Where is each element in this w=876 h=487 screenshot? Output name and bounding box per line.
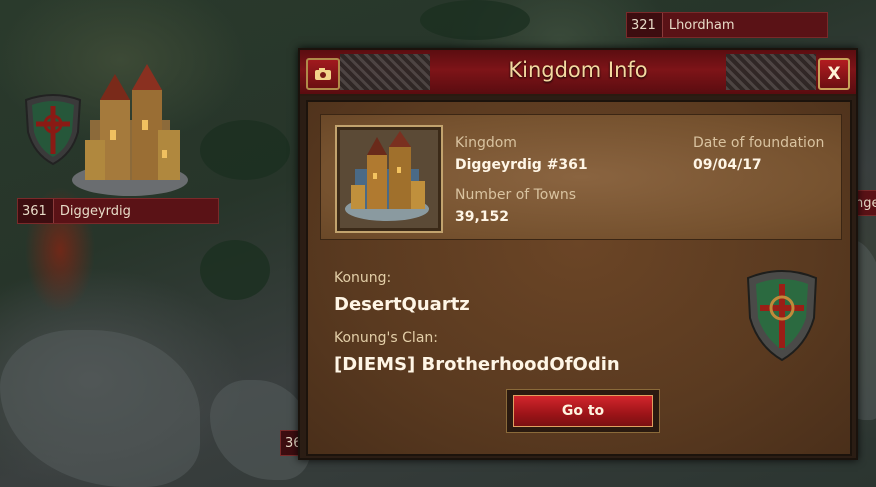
clan-label: Konung's Clan: — [334, 330, 438, 346]
dialog-title-bar: Kingdom Info X — [300, 50, 856, 96]
map-label-diggeyrdig[interactable]: 361 Diggeyrdig — [17, 198, 219, 224]
goto-button[interactable]: Go to — [513, 395, 653, 427]
kingdom-number: 361 — [18, 199, 54, 223]
kingdom-number: 321 — [627, 13, 663, 37]
date-of-foundation-label: Date of foundation — [693, 135, 825, 151]
forest — [420, 0, 530, 40]
towns-value: 39,152 — [455, 209, 510, 225]
forest — [200, 240, 270, 300]
kingdom-label: Kingdom — [455, 135, 517, 151]
clan-shield-icon — [746, 270, 818, 362]
kingdom-name: Lhordham — [668, 17, 735, 33]
dialog-title: Kingdom Info — [508, 58, 648, 82]
mountain-range — [0, 330, 200, 487]
goto-button-frame: Go to — [506, 389, 660, 433]
clan-shield-icon[interactable] — [22, 92, 84, 166]
dialog-body: Kingdom Diggeyrdig #361 Number of Towns … — [306, 100, 852, 456]
kingdom-summary-box: Kingdom Diggeyrdig #361 Number of Towns … — [320, 114, 842, 240]
date-of-foundation-value: 09/04/17 — [693, 157, 762, 173]
konung-name[interactable]: DesertQuartz — [334, 294, 470, 315]
clan-name[interactable]: [DIEMS] BrotherhoodOfOdin — [334, 354, 620, 375]
close-button[interactable]: X — [818, 58, 850, 90]
kingdom-thumbnail — [335, 125, 443, 233]
kingdom-info-dialog: Kingdom Info X Kingdom Diggeyrdig #361 N… — [298, 48, 858, 460]
kingdom-name: Diggeyrdig — [59, 203, 131, 219]
kingdom-value: Diggeyrdig #361 — [455, 157, 588, 173]
city-diggeyrdig-icon[interactable] — [70, 60, 190, 200]
towns-label: Number of Towns — [455, 187, 576, 203]
konung-label: Konung: — [334, 270, 392, 286]
map-label-lhordham[interactable]: 321 Lhordham — [626, 12, 828, 38]
forest — [200, 120, 290, 180]
castle-image — [345, 131, 429, 221]
